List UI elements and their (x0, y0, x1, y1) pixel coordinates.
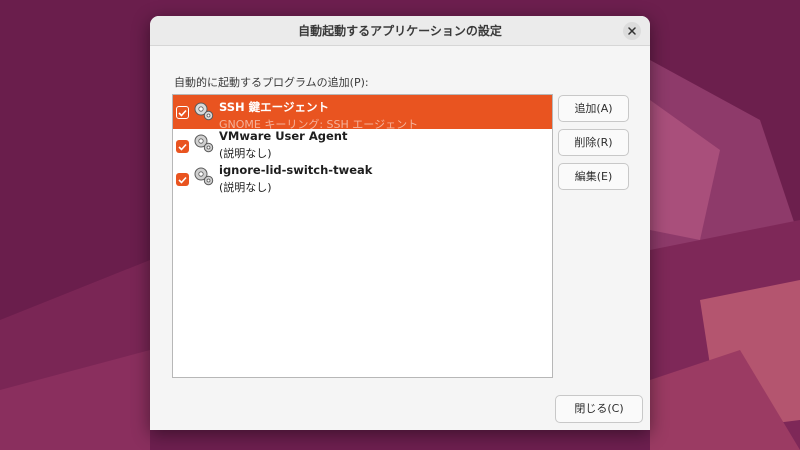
item-description: (説明なし) (219, 181, 272, 194)
section-label: 自動的に起動するプログラムの追加(P): (174, 76, 369, 89)
close-button[interactable]: 閉じる(C) (555, 395, 643, 423)
item-name: VMware User Agent (219, 129, 348, 143)
startup-program-list[interactable]: SSH 鍵エージェント GNOME キーリング: SSH エージェント VMwa… (172, 94, 553, 378)
checkbox[interactable] (176, 140, 189, 153)
close-icon[interactable] (623, 22, 641, 40)
startup-apps-dialog: 自動起動するアプリケーションの設定 自動的に起動するプログラムの追加(P): S… (150, 16, 650, 430)
gears-icon (194, 167, 214, 186)
gears-icon (194, 102, 214, 121)
dialog-title: 自動起動するアプリケーションの設定 (298, 24, 502, 38)
remove-button[interactable]: 削除(R) (558, 129, 629, 156)
item-description: (説明なし) (219, 147, 272, 160)
list-item[interactable]: VMware User Agent (説明なし) (173, 129, 552, 163)
item-description: GNOME キーリング: SSH エージェント (219, 118, 419, 129)
gears-icon (194, 134, 214, 153)
list-item[interactable]: ignore-lid-switch-tweak (説明なし) (173, 163, 552, 197)
item-name: ignore-lid-switch-tweak (219, 163, 373, 177)
close-icon-glyph (628, 27, 636, 35)
checkbox[interactable] (176, 173, 189, 186)
edit-button[interactable]: 編集(E) (558, 163, 629, 190)
item-name: SSH 鍵エージェント (219, 100, 329, 114)
checkbox[interactable] (176, 106, 189, 119)
add-button[interactable]: 追加(A) (558, 95, 629, 122)
list-item[interactable]: SSH 鍵エージェント GNOME キーリング: SSH エージェント (173, 95, 552, 129)
titlebar: 自動起動するアプリケーションの設定 (150, 16, 650, 46)
